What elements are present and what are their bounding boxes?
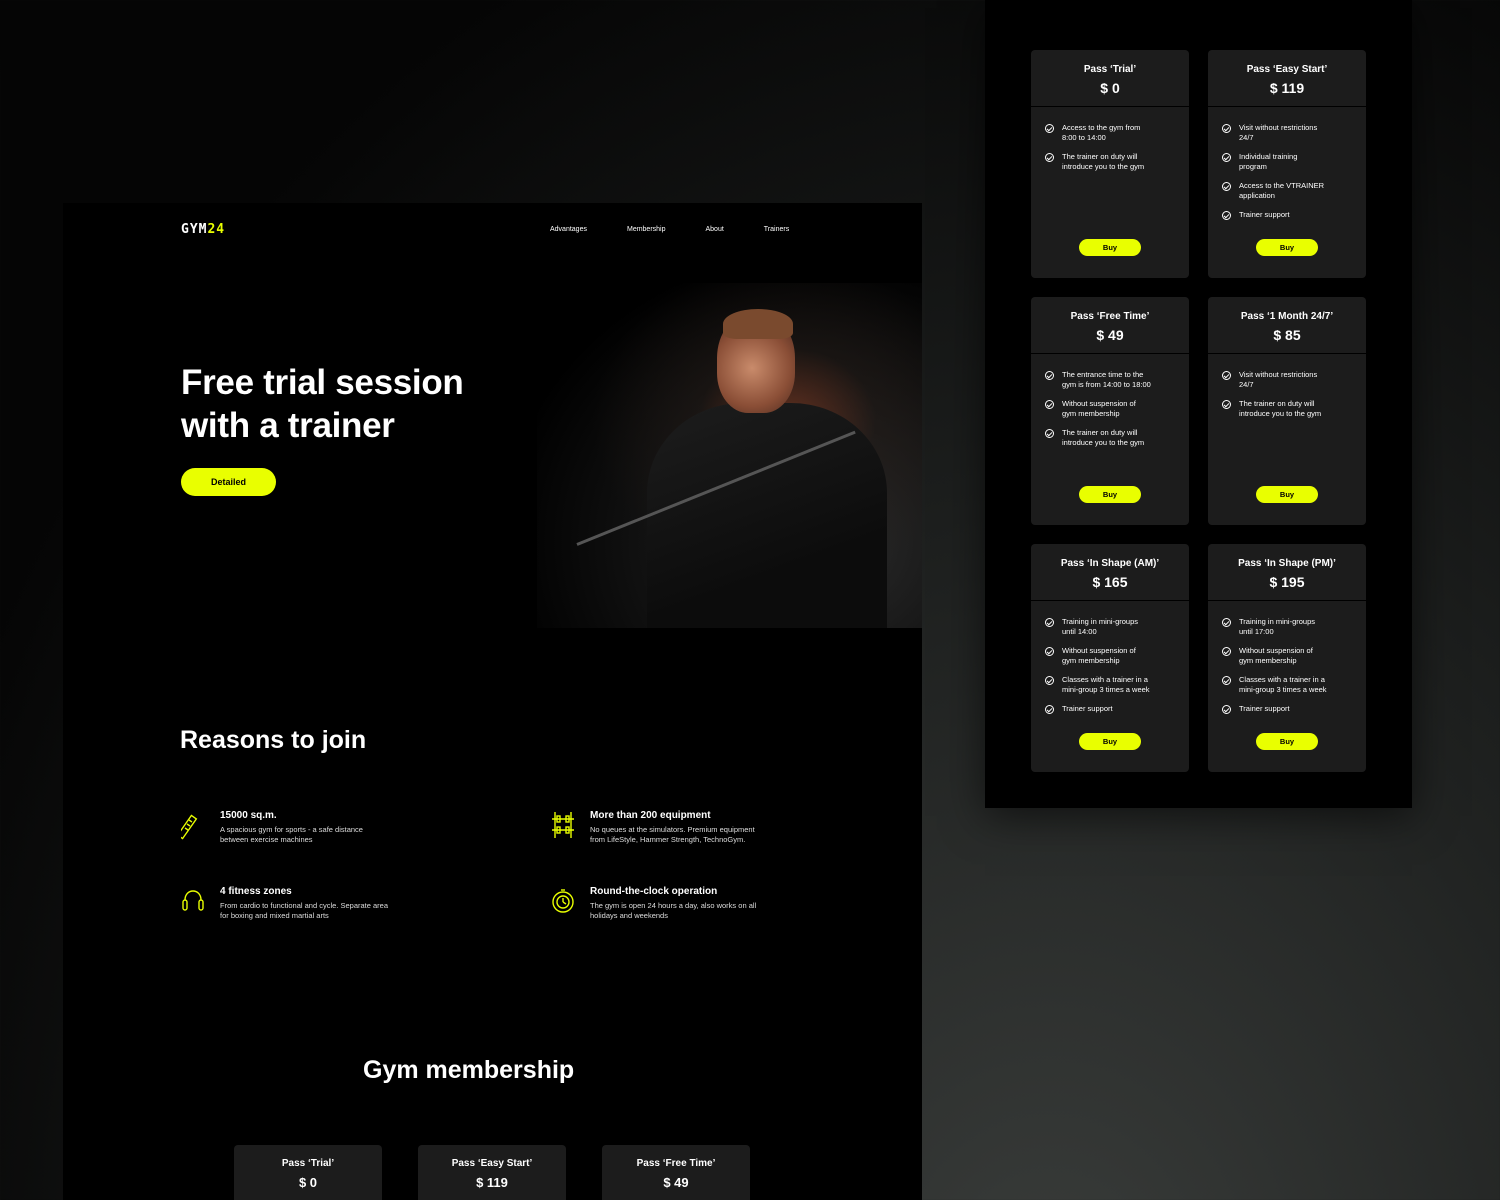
reasons-title: Reasons to join (180, 726, 367, 754)
jump-rope-icon (182, 890, 204, 911)
check-circle-icon (1222, 182, 1231, 191)
check-circle-icon (1045, 705, 1054, 714)
feature-item: Training in mini-groups until 17:00 (1222, 617, 1356, 637)
feature-item: The trainer on duty will introduce you to… (1045, 428, 1179, 448)
price-card-1-month: Pass ‘1 Month 24/7’ $ 85 Visit without r… (1208, 297, 1366, 525)
feature-list: Training in mini-groups until 14:00 Witho… (1031, 601, 1189, 714)
buy-button-easy-start[interactable]: Buy (1256, 239, 1318, 256)
check-circle-icon (1222, 618, 1231, 627)
gym24-logo[interactable]: GYM24 (181, 222, 225, 237)
check-circle-icon (1045, 429, 1054, 438)
nav-advantages[interactable]: Advantages (550, 226, 587, 233)
check-circle-icon (1045, 618, 1054, 627)
price-card-in-shape-pm: Pass ‘In Shape (PM)’ $ 195 Training in m… (1208, 544, 1366, 772)
feature-item: Individual training program (1222, 152, 1356, 172)
feature-item: Classes with a trainer in a mini-group 3 … (1045, 675, 1179, 695)
hero-trainer-photo (537, 283, 922, 628)
check-circle-icon (1222, 676, 1231, 685)
check-circle-icon (1045, 124, 1054, 133)
check-circle-icon (1045, 647, 1054, 656)
buy-button-in-shape-am[interactable]: Buy (1079, 733, 1141, 750)
feature-item: Access to the VTRAINER application (1222, 181, 1356, 201)
preview-card-trial[interactable]: Pass ‘Trial’ $ 0 (234, 1145, 382, 1200)
feature-item: Without suspension of gym membership (1045, 399, 1179, 419)
stopwatch-icon (552, 889, 574, 913)
feature-list: Visit without restrictions 24/7 The train… (1208, 354, 1366, 419)
buy-button-free-time[interactable]: Buy (1079, 486, 1141, 503)
check-circle-icon (1045, 676, 1054, 685)
feature-item: Classes with a trainer in a mini-group 3 … (1222, 675, 1356, 695)
feature-item: Trainer support (1222, 210, 1356, 220)
tape-measure-icon (181, 814, 198, 840)
check-circle-icon (1045, 400, 1054, 409)
nav-trainers[interactable]: Trainers (764, 226, 789, 233)
feature-item: Visit without restrictions 24/7 (1222, 370, 1356, 390)
nav-membership[interactable]: Membership (627, 226, 666, 233)
check-circle-icon (1222, 371, 1231, 380)
feature-list: The entrance time to the gym is from 14:0… (1031, 354, 1189, 448)
hero-title: Free trial session with a trainer (181, 363, 464, 445)
preview-card-free-time[interactable]: Pass ‘Free Time’ $ 49 (602, 1145, 750, 1200)
feature-item: Visit without restrictions 24/7 (1222, 123, 1356, 143)
check-circle-icon (1045, 153, 1054, 162)
top-nav: Advantages Membership About Trainers (550, 226, 789, 233)
membership-title: Gym membership (363, 1056, 575, 1084)
check-circle-icon (1222, 211, 1231, 220)
feature-list: Visit without restrictions 24/7 Individua… (1208, 107, 1366, 220)
price-card-in-shape-am: Pass ‘In Shape (AM)’ $ 165 Training in m… (1031, 544, 1189, 772)
nav-about[interactable]: About (706, 226, 724, 233)
feature-item: Without suspension of gym membership (1045, 646, 1179, 666)
buy-button-trial[interactable]: Buy (1079, 239, 1141, 256)
feature-item: Trainer support (1222, 704, 1356, 714)
barbell-rack-icon (552, 812, 574, 838)
price-card-trial: Pass ‘Trial’ $ 0 Access to the gym from 8… (1031, 50, 1189, 278)
feature-list: Training in mini-groups until 17:00 Witho… (1208, 601, 1366, 714)
feature-list: Access to the gym from 8:00 to 14:00 The … (1031, 107, 1189, 172)
feature-item: Without suspension of gym membership (1222, 646, 1356, 666)
preview-card-easy-start[interactable]: Pass ‘Easy Start’ $ 119 (418, 1145, 566, 1200)
detailed-button[interactable]: Detailed (181, 468, 276, 496)
buy-button-1-month[interactable]: Buy (1256, 486, 1318, 503)
price-card-easy-start: Pass ‘Easy Start’ $ 119 Visit without re… (1208, 50, 1366, 278)
pricing-panel: Pass ‘Trial’ $ 0 Access to the gym from 8… (985, 0, 1412, 808)
logo-main: GYM (181, 222, 208, 237)
check-circle-icon (1222, 647, 1231, 656)
feature-item: Trainer support (1045, 704, 1179, 714)
check-circle-icon (1222, 153, 1231, 162)
check-circle-icon (1222, 124, 1231, 133)
feature-item: Access to the gym from 8:00 to 14:00 (1045, 123, 1179, 143)
buy-button-in-shape-pm[interactable]: Buy (1256, 733, 1318, 750)
check-circle-icon (1222, 705, 1231, 714)
feature-item: The trainer on duty will introduce you to… (1045, 152, 1179, 172)
feature-item: Training in mini-groups until 14:00 (1045, 617, 1179, 637)
logo-accent: 24 (207, 222, 226, 237)
price-card-free-time: Pass ‘Free Time’ $ 49 The entrance time … (1031, 297, 1189, 525)
feature-item: The entrance time to the gym is from 14:0… (1045, 370, 1179, 390)
landing-page: GYM24 Advantages Membership About Traine… (63, 203, 922, 1200)
check-circle-icon (1222, 400, 1231, 409)
feature-item: The trainer on duty will introduce you to… (1222, 399, 1356, 419)
check-circle-icon (1045, 371, 1054, 380)
